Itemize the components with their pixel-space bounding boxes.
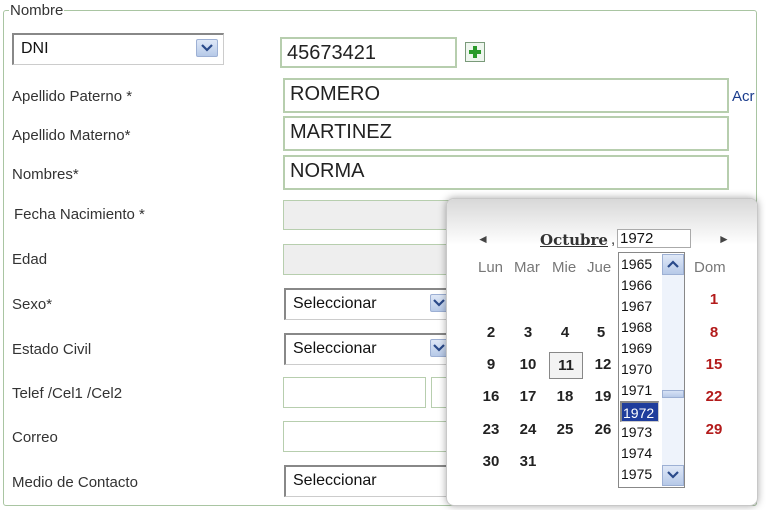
chevron-down-icon — [433, 344, 445, 352]
fieldset-legend: Nombre — [9, 2, 65, 19]
sexo-select[interactable]: Seleccionar — [284, 288, 454, 320]
calendar-day[interactable]: 12 — [589, 354, 617, 376]
calendar-day[interactable]: 26 — [589, 419, 617, 441]
doc-type-value: DNI — [21, 40, 49, 57]
doc-type-select[interactable]: DNI — [12, 33, 224, 65]
year-option[interactable]: 1969 — [620, 338, 659, 359]
scrollbar-thumb[interactable] — [662, 390, 684, 398]
label-apellido-paterno: Apellido Paterno * — [12, 88, 133, 105]
edad-field — [283, 244, 453, 275]
label-fecha-nacimiento: Fecha Nacimiento * — [14, 206, 145, 223]
calendar-day[interactable]: 3 — [514, 322, 542, 344]
fecha-nacimiento-field[interactable] — [283, 200, 453, 230]
calendar-day[interactable]: 25 — [551, 419, 579, 441]
apellido-materno-field[interactable]: MARTINEZ — [283, 116, 729, 151]
calendar-month[interactable]: Octubre — [540, 231, 608, 249]
doc-number-field[interactable]: 45673421 — [280, 37, 457, 68]
scroll-down-button[interactable] — [662, 465, 684, 486]
year-option[interactable]: 1966 — [620, 275, 659, 296]
calendar-year-input[interactable]: 1972 — [617, 229, 691, 248]
calendar-day[interactable]: 2 — [477, 322, 505, 344]
year-option[interactable]: 1968 — [620, 317, 659, 338]
calendar-day[interactable]: 9 — [477, 354, 505, 376]
weekday-dom: Dom — [694, 259, 726, 276]
year-option-selected[interactable]: 1972 — [620, 401, 659, 422]
year-option[interactable]: 1974 — [620, 443, 659, 464]
calendar-day[interactable]: 31 — [514, 451, 542, 473]
label-estado-civil: Estado Civil — [12, 341, 92, 358]
calendar-day[interactable]: 23 — [477, 419, 505, 441]
weekday-mar: Mar — [514, 259, 540, 276]
weekday-jue: Jue — [587, 259, 612, 276]
chevron-up-icon — [667, 260, 679, 268]
label-apellido-materno: Apellido Materno* — [12, 127, 131, 144]
calendar-day[interactable]: 29 — [700, 419, 728, 441]
correo-field[interactable] — [283, 421, 455, 452]
calendar-day[interactable]: 19 — [589, 386, 617, 408]
telefono-field[interactable] — [283, 377, 426, 408]
calendar-day-today[interactable]: 11 — [549, 352, 583, 379]
year-dropdown-list[interactable]: 1965 1966 1967 1968 1969 1970 1971 1972 … — [618, 252, 685, 488]
date-picker-popup: ◄ ► Octubre , 1972 Lun Mar Mie Jue Dom 1… — [446, 198, 758, 506]
medio-contacto-value: Seleccionar — [293, 472, 377, 489]
estado-civil-select[interactable]: Seleccionar — [284, 333, 454, 365]
year-option[interactable]: 1970 — [620, 359, 659, 380]
chevron-down-icon — [667, 471, 679, 479]
year-option[interactable]: 1967 — [620, 296, 659, 317]
calendar-day[interactable]: 22 — [700, 386, 728, 408]
weekday-lun: Lun — [478, 259, 504, 276]
calendar-day[interactable]: 16 — [477, 386, 505, 408]
add-icon[interactable] — [465, 42, 485, 62]
calendar-day[interactable]: 30 — [477, 451, 505, 473]
sexo-value: Seleccionar — [293, 295, 377, 312]
calendar-comma: , — [611, 231, 616, 248]
label-medio-contacto: Medio de Contacto — [12, 474, 138, 491]
calendar-day[interactable]: 8 — [700, 322, 728, 344]
label-sexo: Sexo* — [12, 296, 53, 313]
calendar-day[interactable]: 10 — [514, 354, 542, 376]
calendar-day[interactable]: 17 — [514, 386, 542, 408]
calendar-day[interactable]: 24 — [514, 419, 542, 441]
year-option[interactable]: 1973 — [620, 422, 659, 443]
calendar-day[interactable]: 4 — [551, 322, 579, 344]
chevron-down-icon — [433, 299, 445, 307]
year-option[interactable]: 1971 — [620, 380, 659, 401]
label-correo: Correo — [12, 429, 58, 446]
calendar-day[interactable]: 1 — [700, 289, 728, 311]
next-month-icon[interactable]: ► — [718, 232, 730, 246]
nombres-field[interactable]: NORMA — [283, 155, 729, 190]
scroll-up-button[interactable] — [662, 254, 684, 275]
side-link[interactable]: Acr — [732, 88, 755, 105]
year-option[interactable]: 1975 — [620, 464, 659, 485]
medio-contacto-select[interactable]: Seleccionar — [284, 465, 454, 497]
calendar-day[interactable]: 15 — [700, 354, 728, 376]
calendar-day[interactable]: 5 — [587, 322, 615, 344]
calendar-day[interactable]: 18 — [551, 386, 579, 408]
label-nombres: Nombres* — [12, 166, 79, 183]
chevron-down-icon — [201, 44, 213, 52]
label-telefonos: Telef /Cel1 /Cel2 — [12, 385, 123, 402]
apellido-paterno-field[interactable]: ROMERO — [283, 78, 729, 113]
prev-month-icon[interactable]: ◄ — [477, 232, 489, 246]
year-option[interactable]: 1965 — [620, 254, 659, 275]
doc-type-dropdown-button[interactable] — [196, 39, 218, 57]
estado-civil-value: Seleccionar — [293, 340, 377, 357]
year-list-scrollbar[interactable] — [662, 254, 684, 486]
weekday-mie: Mie — [552, 259, 577, 276]
label-edad: Edad — [12, 251, 48, 268]
